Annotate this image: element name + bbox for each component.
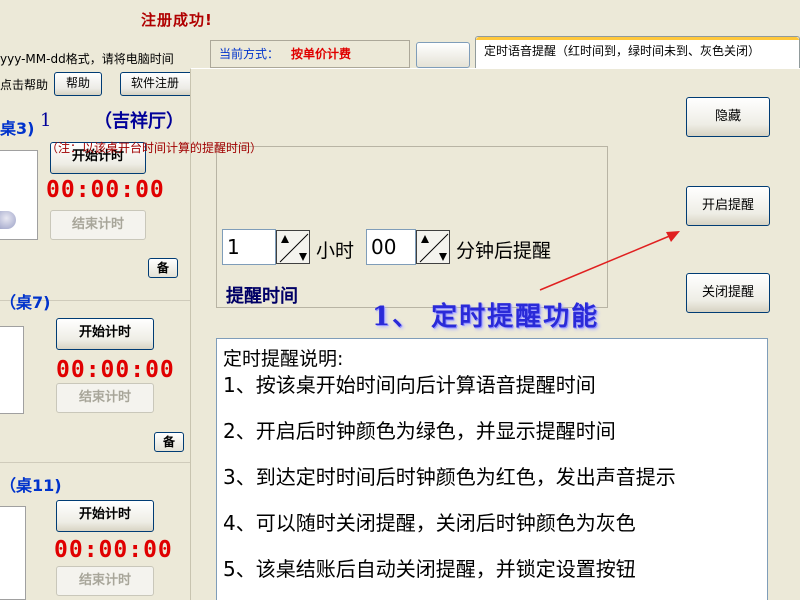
register-button[interactable]: 软件注册 xyxy=(120,72,198,96)
table-image xyxy=(0,326,24,414)
tab-active-indicator xyxy=(476,37,799,40)
reminder-instructions: 定时提醒说明: 1、按该桌开始时间向后计算语音提醒时间 2、开启后时钟颜色为绿色… xyxy=(216,338,768,600)
success-message: 注册成功! xyxy=(141,11,213,29)
hall-name: （吉祥厅） xyxy=(94,111,184,132)
start-timer-button[interactable]: 开始计时 xyxy=(56,500,154,532)
remind-time-label: 提醒时间 xyxy=(226,286,298,307)
end-timer-button[interactable]: 结束计时 xyxy=(50,210,146,240)
table-title: 桌3) xyxy=(0,119,35,138)
billing-mode-box: 当前方式： 按单价计费 xyxy=(210,40,410,68)
top-bar: 注册成功! xyxy=(0,0,800,40)
divider xyxy=(0,462,200,463)
billing-mode-label: 当前方式： xyxy=(219,47,280,61)
spinner-icon xyxy=(279,233,309,263)
hide-button[interactable]: 隐藏 xyxy=(686,97,770,137)
calc-note: （注：以该桌开台时间计算的提醒时间） xyxy=(46,141,263,155)
billing-mode-value: 按单价计费 xyxy=(291,47,352,61)
annotation-caption: 1、 定时提醒功能 xyxy=(372,302,600,332)
hours-unit-label: 小时 xyxy=(316,240,355,262)
reminder-dialog: 隐藏 开启提醒 关闭提醒 定时提醒说明: 1、按该桌开始时间向后计算语音提醒时间… xyxy=(190,68,800,600)
start-timer-button[interactable]: 开始计时 xyxy=(56,318,154,350)
tab-timed-voice-reminder[interactable]: 定时语音提醒（红时间到，绿时间未到、灰色关闭） xyxy=(475,36,800,68)
end-timer-button[interactable]: 结束计时 xyxy=(56,383,154,413)
disable-reminder-button[interactable]: 关闭提醒 xyxy=(686,273,770,313)
instruction-line: 4、可以随时关闭提醒，关闭后时钟颜色为灰色 xyxy=(223,511,636,535)
minutes-spinner[interactable] xyxy=(416,230,450,264)
table-number: 1 xyxy=(40,110,52,131)
table-image xyxy=(0,506,26,600)
tab-label: 定时语音提醒（红时间到，绿时间未到、灰色关闭） xyxy=(484,44,761,58)
date-format-note: yyy-MM-dd格式，请将电脑时间 xyxy=(0,52,174,66)
table-timer: 00:00:00 xyxy=(46,177,165,203)
note-button[interactable]: 备 xyxy=(154,432,184,452)
instructions-title: 定时提醒说明: xyxy=(223,348,344,370)
hours-input[interactable]: 1 xyxy=(222,229,276,265)
hours-spinner[interactable] xyxy=(276,230,310,264)
instruction-line: 5、该桌结账后自动关闭提醒，并锁定设置按钮 xyxy=(223,557,636,581)
instruction-line: 1、按该桌开始时间向后计算语音提醒时间 xyxy=(223,373,596,397)
table-image xyxy=(0,150,38,240)
minutes-unit-label: 分钟后提醒 xyxy=(456,240,552,262)
instruction-line: 3、到达定时时间后时钟颜色为红色，发出声音提示 xyxy=(223,465,676,489)
table-title: （桌7) xyxy=(0,293,51,312)
instruction-line: 2、开启后时钟颜色为绿色，并显示提醒时间 xyxy=(223,419,616,443)
table-timer: 00:00:00 xyxy=(54,537,173,563)
help-button[interactable]: 帮助 xyxy=(54,72,102,96)
minutes-input[interactable]: 00 xyxy=(366,229,416,265)
end-timer-button[interactable]: 结束计时 xyxy=(56,566,154,596)
spinner-icon xyxy=(419,233,449,263)
table-title: （桌11) xyxy=(0,476,62,495)
help-prefix-text: 点击帮助 xyxy=(0,78,49,92)
table-timer: 00:00:00 xyxy=(56,357,175,383)
small-button[interactable] xyxy=(416,42,470,68)
note-button[interactable]: 备 xyxy=(148,258,178,278)
enable-reminder-button[interactable]: 开启提醒 xyxy=(686,186,770,226)
table-icon xyxy=(0,211,16,229)
